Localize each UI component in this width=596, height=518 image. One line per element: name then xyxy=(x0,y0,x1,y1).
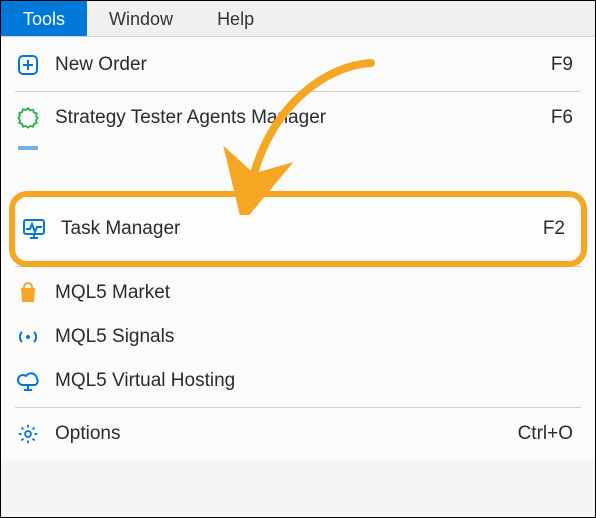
braces-icon xyxy=(15,239,41,265)
new-order-icon xyxy=(15,52,41,78)
help-menu-tab[interactable]: Help xyxy=(195,1,276,36)
tools-dropdown-panel: New Order F9 Strategy Tester Agents Mana… xyxy=(1,37,595,460)
tools-menu-screenshot: Tools Window Help New Order F9 Strat xyxy=(0,0,596,518)
editor-icon xyxy=(15,139,41,165)
menu-bar: Tools Window Help xyxy=(1,1,595,37)
separator xyxy=(15,91,581,92)
new-order-item[interactable]: New Order F9 xyxy=(1,43,595,87)
global-variables-item[interactable] xyxy=(1,242,595,262)
window-menu-tab[interactable]: Window xyxy=(87,1,195,36)
separator xyxy=(15,407,581,408)
mql5-signals-label: MQL5 Signals xyxy=(41,326,573,348)
mql5-hosting-item[interactable]: MQL5 Virtual Hosting xyxy=(1,359,595,403)
new-order-shortcut: F9 xyxy=(551,54,573,76)
strategy-tester-shortcut: F6 xyxy=(551,107,573,129)
highlight-spacer xyxy=(1,164,595,242)
mql5-market-label: MQL5 Market xyxy=(41,282,573,304)
separator xyxy=(15,266,581,267)
options-item[interactable]: Options Ctrl+O xyxy=(1,412,595,456)
mql5-hosting-label: MQL5 Virtual Hosting xyxy=(41,370,573,392)
gear-badge-icon xyxy=(15,105,41,131)
gear-icon xyxy=(15,421,41,447)
strategy-tester-label: Strategy Tester Agents Manager xyxy=(41,107,551,129)
mql5-market-item[interactable]: MQL5 Market xyxy=(1,271,595,315)
cloud-icon xyxy=(15,368,41,394)
new-order-label: New Order xyxy=(41,54,551,76)
options-shortcut: Ctrl+O xyxy=(518,423,573,445)
shopping-bag-icon xyxy=(15,280,41,306)
broadcast-icon xyxy=(15,324,41,350)
metaquotes-editor-item[interactable] xyxy=(1,140,595,164)
options-label: Options xyxy=(41,423,518,445)
tools-menu-tab[interactable]: Tools xyxy=(1,1,87,36)
strategy-tester-item[interactable]: Strategy Tester Agents Manager F6 xyxy=(1,96,595,140)
mql5-signals-item[interactable]: MQL5 Signals xyxy=(1,315,595,359)
